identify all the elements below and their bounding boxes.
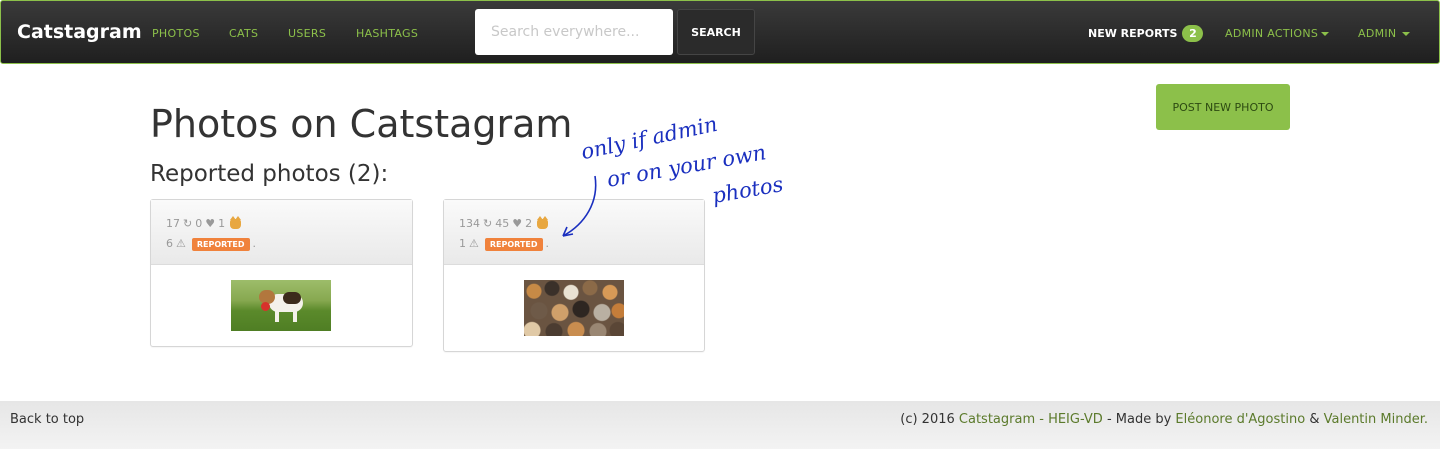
repost-icon[interactable]: ↻ — [183, 216, 192, 232]
annotation-line-3: photos — [710, 171, 785, 209]
brand-logo[interactable]: Catstagram — [17, 21, 142, 43]
repost-count: 134 — [459, 217, 480, 230]
admin-actions-dropdown[interactable]: ADMIN ACTIONS — [1225, 27, 1330, 40]
post-new-photo-button[interactable]: POST NEW PHOTO — [1156, 84, 1290, 130]
nav-link-hashtags[interactable]: HASHTAGS — [356, 27, 418, 40]
photo-stats: 17 ↻ 0 ♥ 1 — [166, 214, 397, 234]
search-input[interactable] — [475, 9, 673, 55]
nav-link-cats[interactable]: CATS — [229, 27, 258, 40]
cat-icon[interactable] — [537, 216, 549, 229]
admin-dropdown[interactable]: ADMIN — [1358, 27, 1411, 40]
chevron-down-icon — [1402, 32, 1411, 36]
beagle-puppy-photo[interactable] — [231, 280, 331, 331]
chevron-down-icon — [1321, 32, 1330, 36]
heart-icon[interactable]: ♥ — [512, 216, 522, 232]
ampersand-text: & — [1309, 412, 1320, 427]
new-reports-link[interactable]: NEW REPORTS 2 — [1088, 25, 1204, 42]
made-by-text: - Made by — [1106, 412, 1172, 427]
like-count: 0 — [195, 217, 203, 230]
search-button[interactable]: SEARCH — [677, 9, 755, 55]
author-link-valentin[interactable]: Valentin Minder. — [1324, 412, 1428, 427]
reports-count-badge: 2 — [1182, 25, 1204, 42]
new-reports-label: NEW REPORTS — [1088, 27, 1178, 40]
cat-icon[interactable] — [230, 216, 242, 229]
photo-report-row: 6 ⚠ REPORTED. — [166, 236, 257, 252]
back-to-top-link[interactable]: Back to top — [10, 412, 84, 427]
photo-card: 17 ↻ 0 ♥ 1 6 ⚠ REPORTED. — [150, 199, 413, 347]
cat-count: 1 — [218, 217, 226, 230]
repost-count: 17 — [166, 217, 180, 230]
footer-credits: (c) 2016 Catstagram - HEIG-VD - Made by … — [900, 412, 1428, 427]
cat-count: 2 — [525, 217, 533, 230]
heart-icon[interactable]: ♥ — [205, 216, 215, 232]
annotation-arrow-icon — [562, 175, 597, 237]
site-link[interactable]: Catstagram - HEIG-VD — [959, 412, 1103, 427]
report-count: 1 — [459, 237, 466, 250]
author-link-eleonore[interactable]: Eléonore d'Agostino — [1175, 412, 1305, 427]
report-count: 6 — [166, 237, 173, 250]
reported-badge: REPORTED — [191, 237, 250, 251]
footer: Back to top (c) 2016 Catstagram - HEIG-V… — [0, 401, 1440, 449]
repost-icon[interactable]: ↻ — [483, 216, 492, 232]
admin-actions-label: ADMIN ACTIONS — [1225, 27, 1319, 40]
top-navbar: Catstagram PHOTOS CATS USERS HASHTAGS SE… — [0, 0, 1440, 64]
admin-label: ADMIN — [1358, 27, 1397, 40]
nav-link-users[interactable]: USERS — [288, 27, 326, 40]
nav-link-photos[interactable]: PHOTOS — [152, 27, 200, 40]
many-cats-photo[interactable] — [524, 280, 624, 336]
section-title: Reported photos (2): — [150, 161, 389, 187]
page-title: Photos on Catstagram — [150, 102, 573, 146]
like-count: 45 — [495, 217, 510, 230]
copyright-text: (c) 2016 — [900, 412, 955, 427]
photo-card-header: 17 ↻ 0 ♥ 1 6 ⚠ REPORTED. — [151, 200, 412, 265]
warning-icon[interactable]: ⚠ — [469, 236, 479, 252]
reported-badge: REPORTED — [484, 237, 543, 251]
warning-icon[interactable]: ⚠ — [176, 236, 186, 252]
